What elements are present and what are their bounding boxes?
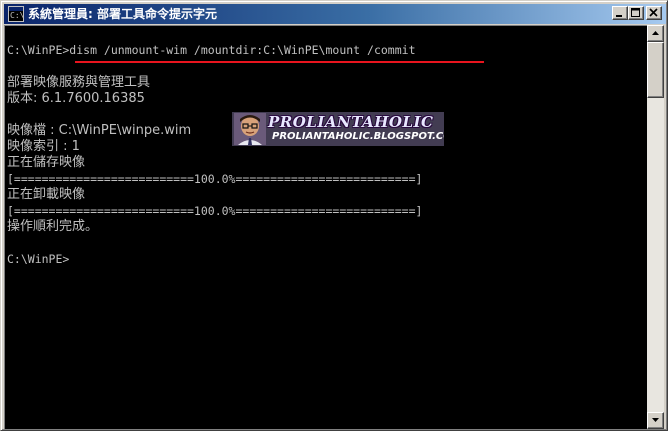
title-bar[interactable]: C:\ 系統管理員: 部署工具命令提示字元 xyxy=(4,4,666,24)
avatar-icon xyxy=(234,113,266,145)
command-underline-annotation xyxy=(75,61,484,63)
console-line-tool-name: 部署映像服務與管理工具 xyxy=(7,75,151,90)
watermark-title: PROLIANTAHOLIC xyxy=(268,113,434,131)
minimize-button[interactable] xyxy=(612,6,628,20)
console-line-progress-unmount: [==========================100.0%=======… xyxy=(7,204,423,218)
console-line-prompt: C:\WinPE> xyxy=(7,252,70,266)
watermark-url: PROLIANTAHOLIC.BLOGSPOT.COM xyxy=(272,131,444,142)
maximize-button[interactable] xyxy=(628,6,644,20)
console-line-saving-image: 正在儲存映像 xyxy=(7,155,86,170)
console-line-command: C:\WinPE>dism /unmount-wim /mountdir:C:\… xyxy=(7,43,416,57)
console-line-image-file: 映像檔 : C:\WinPE\winpe.wim xyxy=(7,123,192,138)
watermark-logo: PROLIANTAHOLIC PROLIANTAHOLIC.BLOGSPOT.C… xyxy=(232,112,444,146)
close-icon xyxy=(649,8,658,17)
minimize-icon xyxy=(616,15,622,17)
console-line-progress-save: [==========================100.0%=======… xyxy=(7,172,423,186)
window-title: 系統管理員: 部署工具命令提示字元 xyxy=(28,7,217,21)
console-line-image-index: 映像索引 : 1 xyxy=(7,139,80,154)
vertical-scrollbar[interactable] xyxy=(647,25,664,429)
cmd-icon[interactable]: C:\ xyxy=(8,6,24,22)
scroll-up-button[interactable] xyxy=(647,25,664,42)
scroll-down-button[interactable] xyxy=(647,412,664,429)
maximize-icon xyxy=(631,8,640,17)
scroll-thumb[interactable] xyxy=(647,42,664,98)
command-prompt-window: C:\ 系統管理員: 部署工具命令提示字元 C:\WinPE>dism /unm… xyxy=(0,0,668,431)
arrow-up-icon xyxy=(652,31,659,35)
arrow-down-icon xyxy=(652,418,659,422)
cmd-icon-glyph: C:\ xyxy=(10,11,25,20)
close-button[interactable] xyxy=(646,6,662,20)
console-line-unmounting-image: 正在卸載映像 xyxy=(7,187,86,202)
console-output[interactable]: C:\WinPE>dism /unmount-wim /mountdir:C:\… xyxy=(4,25,647,429)
console-line-success: 操作順利完成。 xyxy=(7,219,99,234)
console-line-version: 版本: 6.1.7600.16385 xyxy=(7,91,145,106)
